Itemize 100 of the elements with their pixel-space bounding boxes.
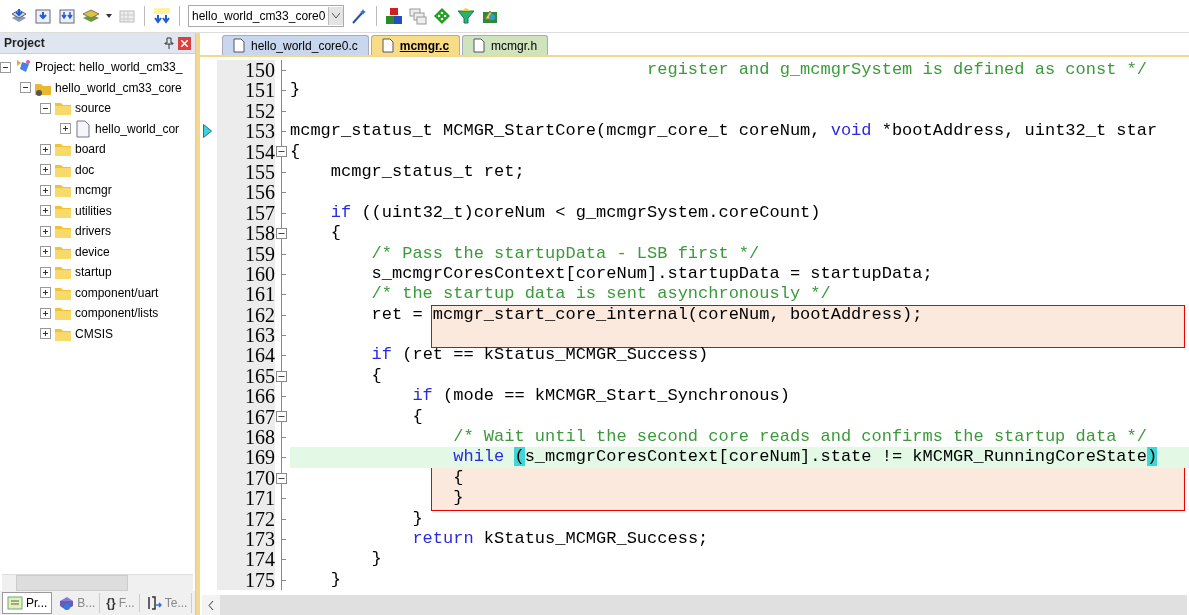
- file-tab[interactable]: hello_world_core0.c: [222, 35, 369, 55]
- line-number: 172: [217, 508, 275, 529]
- line-number: 155: [217, 161, 275, 183]
- list-icon: [7, 595, 23, 611]
- funnel-icon[interactable]: [457, 7, 476, 25]
- line-number: 159: [217, 243, 275, 264]
- line-number: 175: [217, 569, 275, 591]
- fold-collapse-icon[interactable]: [276, 227, 287, 239]
- code-text: if: [411, 386, 433, 406]
- tree-item[interactable]: hello_world_cor: [95, 121, 180, 136]
- blocks-icon[interactable]: [385, 7, 404, 25]
- tree-item[interactable]: doc: [75, 162, 95, 177]
- file-icon: [74, 119, 92, 138]
- line-number: 160: [217, 263, 275, 285]
- tree-item[interactable]: board: [75, 142, 106, 157]
- tree-item[interactable]: utilities: [75, 203, 112, 218]
- tree-item[interactable]: component/lists: [75, 306, 159, 321]
- download-icon[interactable]: [153, 7, 171, 25]
- line-number: 150: [217, 60, 275, 81]
- tree-item[interactable]: startup: [75, 265, 112, 280]
- tree-item[interactable]: drivers: [75, 224, 111, 239]
- panel-tab[interactable]: Pr...: [2, 592, 53, 614]
- expand-icon[interactable]: [60, 123, 71, 135]
- braces-glyph: {}: [106, 596, 116, 610]
- expand-icon[interactable]: [40, 164, 51, 176]
- code-text: *bootAddress, uint32_t star: [880, 121, 1158, 141]
- tree-item[interactable]: CMSIS: [75, 326, 113, 341]
- fold-collapse-icon[interactable]: [276, 411, 287, 423]
- code-text: }: [329, 569, 341, 589]
- code-text: {: [452, 467, 464, 487]
- line-number: 167: [217, 406, 275, 428]
- expand-icon[interactable]: [40, 266, 51, 278]
- code-text: /* Wait until the second core reads and confirms the startup data */: [452, 427, 1147, 447]
- expand-icon[interactable]: [40, 184, 51, 196]
- file-icon: [233, 38, 245, 53]
- line-number: 164: [217, 345, 275, 366]
- line-number: 163: [217, 325, 275, 346]
- tree-item[interactable]: component/uart: [75, 285, 159, 300]
- code-text: }: [452, 488, 464, 508]
- line-number: 166: [217, 386, 275, 407]
- line-number: 171: [217, 488, 275, 509]
- line-number: 153: [217, 121, 275, 142]
- stack-icon[interactable]: [10, 7, 28, 25]
- scroll-left-button[interactable]: [202, 595, 220, 615]
- file-icon: [473, 38, 486, 53]
- layers-icon[interactable]: [82, 7, 100, 25]
- panel-tab[interactable]: {} F...: [102, 594, 140, 612]
- matched-bracket: (: [514, 447, 525, 467]
- code-text: s_mcmgrCoresContext[coreNum].state != kMCMGR_RunningCoreState: [524, 447, 1147, 467]
- expand-icon[interactable]: [40, 143, 51, 155]
- expand-icon[interactable]: [40, 225, 51, 237]
- expand-icon[interactable]: [40, 287, 51, 299]
- line-number: 158: [217, 223, 275, 244]
- fold-collapse-icon[interactable]: [276, 370, 287, 382]
- fold-collapse-icon[interactable]: [276, 472, 287, 484]
- line-number: 152: [217, 100, 275, 122]
- matched-bracket: ): [1146, 447, 1158, 467]
- fold-collapse-icon[interactable]: [276, 146, 287, 158]
- horizontal-scrollbar[interactable]: [202, 595, 1187, 615]
- tree-item[interactable]: mcmgr: [75, 183, 112, 198]
- line-number: 173: [217, 529, 275, 550]
- tree-item[interactable]: Project: hello_world_cm33_: [35, 60, 183, 75]
- file-icon: [381, 38, 394, 53]
- code-text: if: [370, 345, 393, 365]
- code-text: s_mcmgrCoresContext[coreNum].startupData = startupData;: [370, 263, 933, 283]
- code-text: mcmgr_status_t ret;: [329, 161, 525, 181]
- caret-down-icon[interactable]: [106, 14, 112, 18]
- diamond-icon[interactable]: [433, 7, 452, 25]
- expand-icon[interactable]: [40, 307, 51, 319]
- code-text: {: [290, 141, 301, 161]
- horizontal-scrollbar[interactable]: [2, 574, 193, 591]
- code-text: return: [411, 529, 474, 548]
- code-text: ret = mcmgr_start_core_internal(coreNum, bootAddress);: [370, 304, 923, 324]
- panel-title: Project: [4, 36, 46, 50]
- pin-icon[interactable]: [164, 37, 174, 49]
- file-tab[interactable]: mcmgr.c: [370, 35, 461, 55]
- collapse-icon[interactable]: [40, 102, 51, 114]
- tree-item[interactable]: hello_world_cm33_core: [55, 80, 182, 95]
- code-text: kStatus_MCMGR_Success;: [482, 529, 709, 548]
- code-text: mcmgr_status_t MCMGR_StartCore(mcmgr_core_t coreNum,: [290, 121, 822, 141]
- line-number: 156: [217, 182, 275, 203]
- tree-item[interactable]: device: [75, 244, 110, 259]
- line-number: 168: [217, 427, 275, 448]
- expand-icon[interactable]: [40, 246, 51, 258]
- code-text: /* Pass the startupData - LSB first */: [370, 243, 760, 263]
- target-dropdown[interactable]: hello_world_cm33_core0: [188, 5, 345, 27]
- tree-item[interactable]: source: [75, 101, 112, 116]
- close-icon: [181, 39, 188, 47]
- code-text: {: [411, 406, 423, 426]
- braces-arrow-icon: [145, 595, 162, 611]
- code-text: register and g_mcmgrSystem is defined as const */: [646, 60, 1147, 79]
- expand-icon[interactable]: [40, 205, 51, 217]
- line-number: 170: [217, 467, 275, 489]
- collapse-icon[interactable]: [0, 61, 11, 73]
- code-text: {: [329, 223, 341, 243]
- expand-icon[interactable]: [40, 328, 51, 340]
- close-button[interactable]: [178, 36, 191, 50]
- file-tab[interactable]: mcmgr.h: [462, 35, 549, 55]
- collapse-icon[interactable]: [20, 82, 31, 94]
- line-number: 174: [217, 549, 275, 570]
